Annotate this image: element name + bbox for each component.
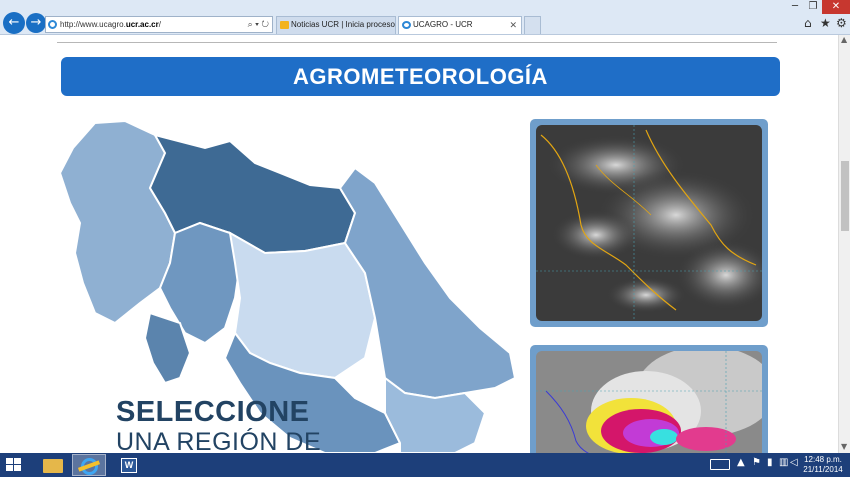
page-viewport: AGROMETEOROLOGÍA SELECCIONE UNA REGIÓN D… bbox=[0, 35, 838, 453]
address-bar[interactable]: http://www.ucagro.ucr.ac.cr/ ⌕ ▾ ↻ bbox=[45, 16, 273, 33]
maximize-button[interactable]: ❐ bbox=[804, 1, 822, 12]
battery-icon[interactable]: ▮ bbox=[767, 457, 773, 468]
new-tab-button[interactable] bbox=[524, 16, 541, 34]
system-clock[interactable]: 12:48 p.m. 21/11/2014 bbox=[800, 455, 846, 475]
file-explorer-taskbar-button[interactable] bbox=[36, 454, 70, 476]
internet-explorer-icon bbox=[81, 458, 98, 475]
keyboard-icon[interactable] bbox=[710, 459, 730, 470]
scroll-thumb[interactable] bbox=[841, 161, 849, 231]
divider bbox=[57, 42, 777, 43]
address-search-refresh-icons[interactable]: ⌕ ▾ ↻ bbox=[248, 17, 269, 32]
address-domain: ucr.ac.cr bbox=[125, 20, 159, 29]
region-huetar-caribe[interactable] bbox=[338, 166, 517, 400]
back-button[interactable]: ← bbox=[3, 12, 25, 34]
windows-taskbar: W ▲ ⚑ ▮ ▥ ◁ 12:48 p.m. 21/11/2014 bbox=[0, 453, 850, 477]
site-icon bbox=[48, 20, 57, 29]
address-prefix: http://www.ucagro. bbox=[60, 20, 126, 29]
satellite-visible-graphic bbox=[536, 125, 762, 321]
satellite-infrared-graphic bbox=[536, 351, 762, 453]
internet-explorer-taskbar-button[interactable] bbox=[72, 454, 106, 476]
vertical-scrollbar[interactable]: ▲ ▼ bbox=[838, 35, 850, 453]
section-banner: AGROMETEOROLOGÍA bbox=[61, 57, 780, 96]
satellite-image-infrared[interactable] bbox=[530, 345, 768, 453]
close-tab-icon[interactable]: ✕ bbox=[509, 17, 517, 33]
address-suffix: / bbox=[158, 20, 161, 29]
favorites-icon[interactable]: ★ bbox=[820, 16, 831, 30]
satellite-image-visible[interactable] bbox=[530, 119, 768, 327]
action-center-flag-icon[interactable]: ⚑ bbox=[752, 457, 761, 468]
volume-icon[interactable]: ◁ bbox=[790, 457, 798, 468]
tab-ucagro[interactable]: UCAGRO - UCR ✕ bbox=[398, 16, 522, 34]
settings-gear-icon[interactable]: ⚙ bbox=[836, 16, 847, 30]
word-taskbar-button[interactable]: W bbox=[112, 454, 146, 476]
ie-favicon-icon bbox=[402, 21, 411, 29]
browser-chrome: ← → http://www.ucagro.ucr.ac.cr/ ⌕ ▾ ↻ N… bbox=[0, 0, 850, 35]
tab-label: Noticias UCR | Inicia proceso d... bbox=[291, 20, 395, 29]
forward-button[interactable]: → bbox=[26, 13, 46, 33]
network-icon[interactable]: ▥ bbox=[779, 457, 788, 468]
windows-start-icon[interactable] bbox=[6, 458, 22, 472]
scroll-down-arrow-icon[interactable]: ▼ bbox=[841, 442, 847, 451]
tab-noticias-ucr[interactable]: Noticias UCR | Inicia proceso d... bbox=[276, 16, 396, 34]
show-hidden-icons-icon[interactable]: ▲ bbox=[737, 457, 745, 468]
minimize-button[interactable]: ─ bbox=[786, 1, 804, 12]
word-icon: W bbox=[121, 458, 137, 473]
select-region-subheading: UNA REGIÓN DE bbox=[116, 428, 322, 453]
select-region-heading: SELECCIONE bbox=[116, 396, 310, 428]
home-icon[interactable]: ⌂ bbox=[804, 16, 812, 30]
region-chorotega[interactable] bbox=[58, 119, 177, 325]
news-favicon-icon bbox=[280, 21, 289, 29]
clock-time: 12:48 p.m. bbox=[804, 455, 842, 464]
close-window-button[interactable]: ✕ bbox=[822, 0, 850, 14]
clock-date: 21/11/2014 bbox=[803, 465, 843, 474]
scroll-up-arrow-icon[interactable]: ▲ bbox=[841, 35, 847, 44]
folder-icon bbox=[43, 459, 63, 473]
tab-label: UCAGRO - UCR bbox=[413, 20, 473, 29]
